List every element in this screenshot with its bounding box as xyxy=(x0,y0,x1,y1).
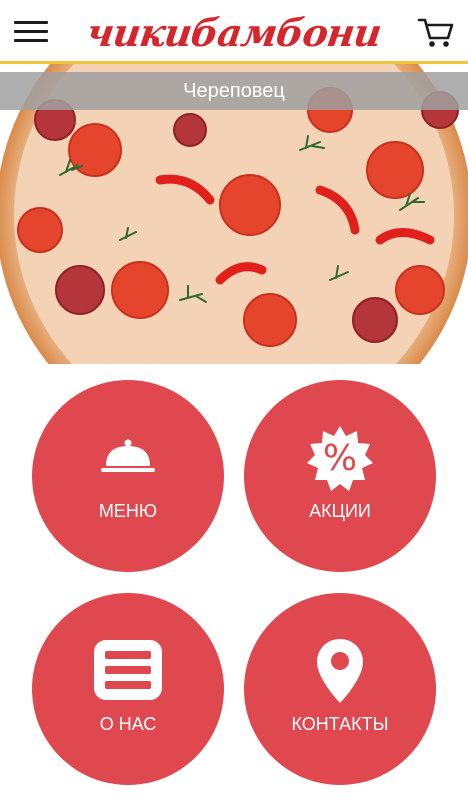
list-icon xyxy=(94,640,162,705)
about-tile-label: О НАС xyxy=(99,714,157,734)
hamburger-menu-icon[interactable] xyxy=(14,19,48,45)
top-bar: чикибамбони xyxy=(0,0,468,64)
promotions-tile-button[interactable]: % АКЦИИ xyxy=(244,380,436,572)
svg-text:%: % xyxy=(323,438,357,479)
city-selector[interactable]: Череповец xyxy=(0,72,468,110)
location-pin-icon xyxy=(315,637,365,710)
about-tile-button[interactable]: О НАС xyxy=(32,593,224,785)
promotions-tile-label: АКЦИИ xyxy=(309,501,371,521)
brand-logo: чикибамбони xyxy=(84,9,384,55)
shopping-cart-icon[interactable] xyxy=(417,16,455,50)
cloche-icon xyxy=(100,438,156,479)
contacts-tile-label: КОНТАКТЫ xyxy=(291,714,389,734)
menu-tile-button[interactable]: МЕНЮ xyxy=(32,380,224,572)
contacts-tile-button[interactable]: КОНТАКТЫ xyxy=(244,593,436,785)
menu-tile-label: МЕНЮ xyxy=(98,501,158,521)
percent-badge-icon: % xyxy=(306,424,374,497)
